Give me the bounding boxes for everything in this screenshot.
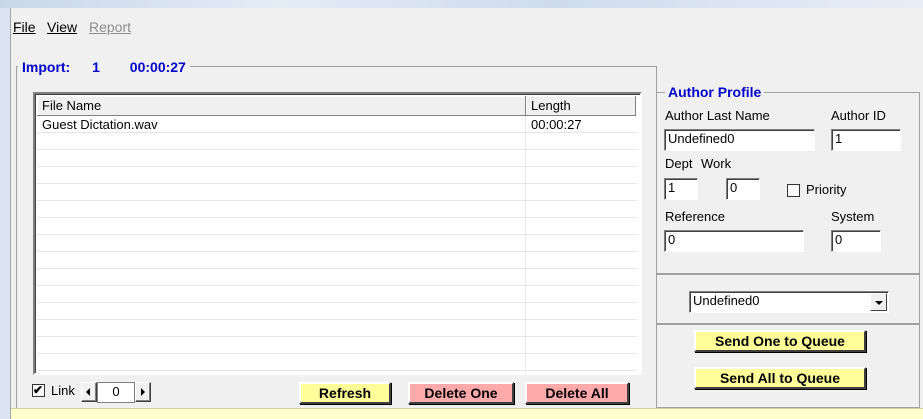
author-last-name-label: Author Last Name	[665, 108, 770, 123]
delete-all-button[interactable]: Delete All	[525, 382, 629, 404]
table-row-empty	[37, 236, 637, 252]
dept-label: Dept	[665, 156, 693, 171]
system-field[interactable]: 0	[831, 230, 881, 252]
import-label: Import:	[22, 59, 71, 75]
app-window: File View Report Import: 1 00:00:27 File…	[10, 8, 923, 419]
link-checkbox[interactable]: ✔	[32, 383, 45, 397]
status-bar	[11, 408, 923, 419]
table-row-empty	[37, 253, 637, 269]
table-row-empty	[37, 287, 637, 303]
priority-label: Priority	[806, 182, 847, 197]
system-label: System	[831, 209, 875, 224]
work-label: Work	[701, 156, 732, 171]
author-select-value: Undefined0	[693, 293, 760, 308]
table-row-empty	[37, 321, 637, 337]
table-row-empty	[37, 355, 637, 371]
file-name-cell: Guest Dictation.wav	[42, 117, 158, 132]
table-row-empty	[37, 270, 637, 286]
table-row-empty	[37, 168, 637, 184]
import-duration: 00:00:27	[129, 59, 186, 75]
import-summary: Import: 1 00:00:27	[18, 58, 190, 76]
author-profile-title: Author Profile	[665, 83, 765, 101]
link-label: Link	[51, 383, 75, 398]
file-length-cell: 00:00:27	[531, 117, 582, 132]
import-count: 1	[92, 59, 100, 75]
table-row-empty	[37, 304, 637, 320]
menu-view[interactable]: View	[47, 19, 77, 35]
author-select-dropdown-button[interactable]	[870, 293, 887, 311]
link-value-field[interactable]: 0	[97, 382, 135, 403]
arrow-left-icon	[86, 388, 90, 396]
table-row-empty	[37, 134, 637, 150]
reference-field[interactable]: 0	[664, 230, 804, 252]
reference-label: Reference	[665, 209, 725, 224]
window-left-edge	[0, 8, 10, 419]
send-one-to-queue-button[interactable]: Send One to Queue	[694, 330, 866, 352]
menu-file[interactable]: File	[13, 19, 36, 35]
table-row-empty	[37, 151, 637, 167]
menu-report: Report	[89, 19, 132, 35]
send-all-to-queue-button[interactable]: Send All to Queue	[694, 367, 866, 389]
table-row-empty	[37, 219, 637, 235]
author-select[interactable]: Undefined0	[689, 291, 889, 313]
table-row-empty	[37, 338, 637, 354]
author-last-name-field[interactable]: Undefined0	[664, 129, 815, 151]
work-field[interactable]: 0	[726, 178, 760, 200]
menu-bar: File View Report	[11, 8, 923, 38]
column-header-length[interactable]: Length	[526, 96, 636, 116]
link-decrement-button[interactable]	[81, 382, 97, 402]
checkmark-icon: ✔	[33, 383, 44, 397]
file-list-header: File Name Length	[37, 96, 637, 116]
arrow-right-icon	[141, 388, 145, 396]
refresh-button[interactable]: Refresh	[299, 382, 391, 404]
link-increment-button[interactable]	[135, 382, 151, 402]
priority-checkbox[interactable]	[787, 184, 800, 197]
table-row-empty	[37, 202, 637, 218]
author-id-field[interactable]: 1	[831, 129, 901, 151]
desktop-background-strip	[0, 0, 923, 8]
dept-field[interactable]: 1	[664, 178, 698, 200]
table-row[interactable]: Guest Dictation.wav 00:00:27	[37, 117, 637, 133]
author-id-label: Author ID	[831, 108, 886, 123]
delete-one-button[interactable]: Delete One	[408, 382, 514, 404]
chevron-down-icon	[875, 301, 883, 305]
file-list[interactable]: File Name Length Guest Dictation.wav 00:…	[33, 92, 642, 375]
table-row-empty	[37, 185, 637, 201]
column-header-file-name[interactable]: File Name	[37, 96, 526, 116]
